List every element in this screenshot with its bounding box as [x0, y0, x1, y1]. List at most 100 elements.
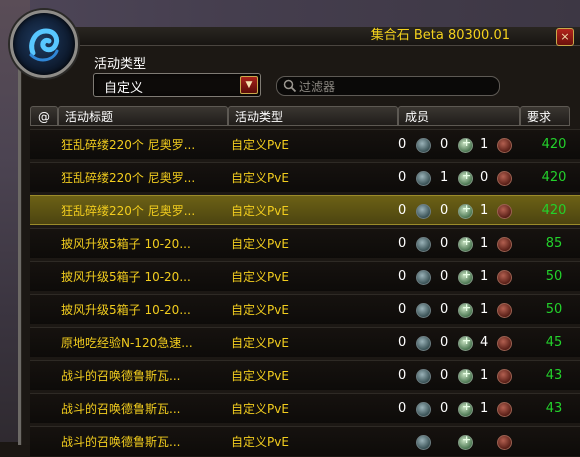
dps-count: 1 [480, 302, 489, 317]
dps-count: 1 [480, 137, 489, 152]
dps-count: 1 [480, 236, 489, 251]
dps-role-icon [497, 138, 512, 153]
activity-type: 自定义PvE [231, 402, 289, 416]
item-level-requirement: 50 [545, 302, 563, 317]
column-header-icon[interactable]: @ [30, 106, 58, 126]
activity-type: 自定义PvE [231, 369, 289, 383]
healer-role-icon [458, 169, 473, 186]
table-row[interactable]: 原地吃经验N-120急速... 自定义PvE 0 0 4 45 [30, 327, 580, 357]
tank-role-icon [416, 402, 431, 417]
addon-portrait[interactable] [10, 10, 78, 78]
dps-role-icon [497, 270, 512, 285]
healer-count: 0 [440, 302, 449, 317]
healer-count: 0 [440, 236, 449, 251]
activity-type: 自定义PvE [231, 270, 289, 284]
blue-swirl-icon [29, 28, 60, 62]
table-row[interactable]: 狂乱碎缕220个 尼奥罗... 自定义PvE 0 0 1 420 [30, 129, 580, 159]
item-level-requirement: 85 [545, 236, 563, 251]
tank-count: 0 [398, 137, 407, 152]
tank-role-icon [416, 336, 431, 351]
activity-type: 自定义PvE [231, 303, 289, 317]
healer-role-icon [458, 235, 473, 252]
table-row[interactable]: 披风升级5箱子 10-20... 自定义PvE 0 0 1 50 [30, 261, 580, 291]
dps-count: 4 [480, 335, 489, 350]
tank-count: 0 [398, 335, 407, 350]
tank-count: 0 [398, 269, 407, 284]
healer-role-icon [458, 301, 473, 318]
dps-role-icon [497, 303, 512, 318]
activity-title: 狂乱碎缕220个 尼奥罗... [61, 204, 196, 218]
activity-type-value: 自定义 [104, 81, 144, 96]
dps-role-icon [497, 435, 512, 450]
healer-count: 0 [440, 203, 449, 218]
tank-count: 0 [398, 368, 407, 383]
activity-type: 自定义PvE [231, 171, 289, 185]
dps-role-icon [497, 369, 512, 384]
item-level-requirement: 420 [541, 170, 567, 185]
table-row[interactable]: 狂乱碎缕220个 尼奥罗... 自定义PvE 0 1 0 420 [30, 162, 580, 192]
tank-count: 0 [398, 236, 407, 251]
dps-role-icon [497, 204, 512, 219]
tank-role-icon [416, 369, 431, 384]
tank-role-icon [416, 435, 431, 450]
tank-role-icon [416, 138, 431, 153]
dps-count: 1 [480, 368, 489, 383]
dps-count: 1 [480, 401, 489, 416]
healer-count: 0 [440, 401, 449, 416]
healer-role-icon [458, 433, 473, 450]
item-level-requirement: 43 [545, 368, 563, 383]
item-level-requirement: 43 [545, 401, 563, 416]
tank-count: 0 [398, 302, 407, 317]
activity-title: 原地吃经验N-120急速... [61, 336, 193, 350]
healer-role-icon [458, 367, 473, 384]
activity-title: 战斗的召唤德鲁斯瓦... [61, 402, 181, 416]
activity-type-dropdown[interactable]: 自定义 ▼ [93, 73, 261, 97]
item-level-requirement: 420 [541, 203, 567, 218]
dps-role-icon [497, 237, 512, 252]
tank-role-icon [416, 303, 431, 318]
healer-count: 0 [440, 137, 449, 152]
chevron-down-icon[interactable]: ▼ [240, 76, 258, 94]
healer-role-icon [458, 202, 473, 219]
tank-count: 0 [398, 170, 407, 185]
healer-role-icon [458, 400, 473, 417]
activity-type: 自定义PvE [231, 138, 289, 152]
activity-type: 自定义PvE [231, 237, 289, 251]
healer-count: 0 [440, 269, 449, 284]
column-header-type[interactable]: 活动类型 [228, 106, 398, 126]
table-row[interactable]: 披风升级5箱子 10-20... 自定义PvE 0 0 1 85 [30, 228, 580, 258]
activity-title: 战斗的召唤德鲁斯瓦... [61, 369, 181, 383]
table-row[interactable]: 狂乱碎缕220个 尼奥罗... 自定义PvE 0 0 1 420 [30, 195, 580, 225]
game-world-backdrop-top [0, 0, 580, 30]
healer-role-icon [458, 334, 473, 351]
tank-role-icon [416, 204, 431, 219]
close-button[interactable]: × [556, 28, 574, 46]
healer-role-icon [458, 268, 473, 285]
table-row[interactable]: 战斗的召唤德鲁斯瓦... 自定义PvE [30, 426, 580, 456]
column-header-members[interactable]: 成员 [398, 106, 520, 126]
table-row[interactable]: 战斗的召唤德鲁斯瓦... 自定义PvE 0 0 1 43 [30, 393, 580, 423]
item-level-requirement: 420 [541, 137, 567, 152]
activity-title: 战斗的召唤德鲁斯瓦... [61, 435, 181, 449]
activity-type: 自定义PvE [231, 204, 289, 218]
tank-role-icon [416, 171, 431, 186]
item-level-requirement: 50 [545, 269, 563, 284]
column-header-title[interactable]: 活动标题 [58, 106, 228, 126]
dps-count: 1 [480, 203, 489, 218]
tank-count: 0 [398, 401, 407, 416]
search-input[interactable]: 过滤器 [276, 76, 500, 96]
table-row[interactable]: 战斗的召唤德鲁斯瓦... 自定义PvE 0 0 1 43 [30, 360, 580, 390]
dps-role-icon [497, 171, 512, 186]
activity-type-label: 活动类型 [94, 57, 147, 72]
item-level-requirement: 45 [545, 335, 563, 350]
search-icon [283, 79, 297, 93]
window-title: 集合石 Beta 80300.01 [370, 28, 510, 43]
search-placeholder: 过滤器 [299, 80, 336, 94]
tank-role-icon [416, 270, 431, 285]
healer-count: 1 [440, 170, 449, 185]
column-header-requirement[interactable]: 要求 [520, 106, 570, 126]
item-level-requirement [538, 427, 570, 457]
activity-title: 披风升级5箱子 10-20... [61, 270, 191, 284]
activity-title: 披风升级5箱子 10-20... [61, 237, 191, 251]
table-row[interactable]: 披风升级5箱子 10-20... 自定义PvE 0 0 1 50 [30, 294, 580, 324]
